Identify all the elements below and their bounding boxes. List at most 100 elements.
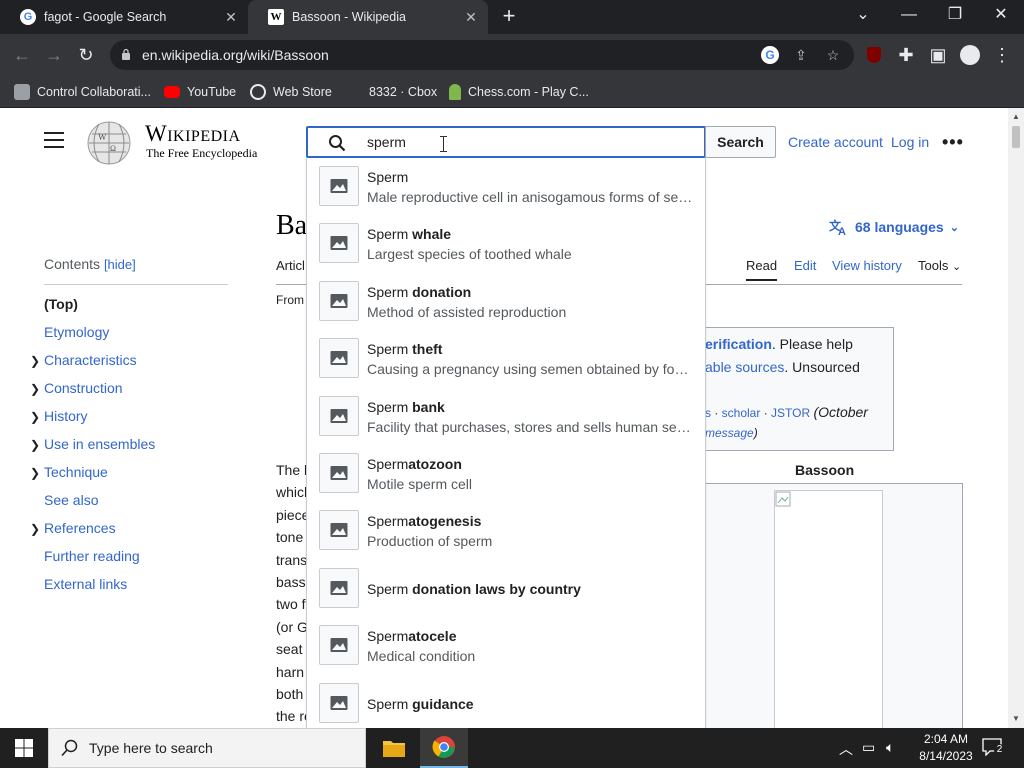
profile-avatar-icon[interactable] xyxy=(956,42,984,68)
jstor-link[interactable]: JSTOR xyxy=(771,406,810,420)
tab-view-history[interactable]: View history xyxy=(832,258,902,273)
side-panel-icon[interactable]: ▣ xyxy=(924,42,952,68)
bookmark-control-collaboration[interactable]: Control Collaborati... xyxy=(14,82,151,102)
scroll-up-arrow-icon[interactable]: ▲ xyxy=(1012,112,1020,121)
notification-center-button[interactable]: 2 xyxy=(982,738,1005,758)
image-icon xyxy=(330,351,348,366)
tab-wikipedia[interactable]: W Bassoon - Wikipedia ✕ xyxy=(248,0,488,34)
chevron-right-icon[interactable]: ❯ xyxy=(30,464,40,482)
search-suggestion[interactable]: Spermatocele Medical condition xyxy=(307,617,705,674)
infobox-image[interactable] xyxy=(774,490,883,728)
toc-item[interactable]: ❯ Use in ensembles xyxy=(30,435,228,463)
search-suggestion[interactable]: Sperm Male reproductive cell in anisogamo… xyxy=(307,158,705,215)
toc-item[interactable]: ❯ Characteristics xyxy=(30,351,228,379)
scroll-down-arrow-icon[interactable]: ▼ xyxy=(1012,714,1020,723)
toc-hide-link[interactable]: [hide] xyxy=(104,257,136,272)
ublock-extension-icon[interactable] xyxy=(860,42,888,68)
suggestion-title: Sperm xyxy=(367,169,408,185)
extension-puzzle-icon xyxy=(14,84,30,100)
share-icon[interactable]: ⇪ xyxy=(792,46,810,64)
tab-edit[interactable]: Edit xyxy=(794,258,816,273)
toc-item[interactable]: ❯ Construction xyxy=(30,379,228,407)
search-input[interactable]: sperm xyxy=(306,126,706,158)
address-bar[interactable]: en.wikipedia.org/wiki/Bassoon G ⇪ ☆ xyxy=(110,40,854,70)
toc-item[interactable]: (Top) xyxy=(44,295,228,323)
create-account-link[interactable]: Create account xyxy=(788,134,883,150)
bookmarks-bar: Control Collaborati... YouTube Web Store… xyxy=(0,76,1024,108)
back-button[interactable]: ← xyxy=(8,42,36,68)
restore-button[interactable]: ❐ xyxy=(932,0,978,34)
bookmark-youtube[interactable]: YouTube xyxy=(164,82,236,102)
scholar-link[interactable]: scholar xyxy=(722,406,761,420)
google-lens-icon[interactable]: G xyxy=(761,46,779,64)
chevron-right-icon[interactable]: ❯ xyxy=(30,352,40,370)
search-suggestion[interactable]: Sperm donation laws by country xyxy=(307,560,705,617)
extensions-puzzle-icon[interactable]: ✚ xyxy=(892,42,920,68)
toc-item[interactable]: Etymology xyxy=(44,323,228,351)
chevron-right-icon[interactable]: ❯ xyxy=(30,408,40,426)
reliable-sources-link[interactable]: able sources xyxy=(705,359,784,375)
bookmark-star-icon[interactable]: ☆ xyxy=(824,46,842,64)
start-button[interactable] xyxy=(0,728,48,768)
chrome-taskbar-button[interactable] xyxy=(420,728,468,768)
bookmark-cbox[interactable]: 8332 · Cbox xyxy=(346,82,437,102)
suggestion-description: Motile sperm cell xyxy=(367,476,473,492)
notice-line: erification. Please help xyxy=(705,336,853,352)
chevron-right-icon[interactable]: ❯ xyxy=(30,436,40,454)
chevron-right-icon[interactable]: ❯ xyxy=(30,380,40,398)
network-icon[interactable]: ▭ xyxy=(862,739,875,756)
taskbar-search-box[interactable]: Type here to search xyxy=(48,728,366,768)
toc-item-label: Construction xyxy=(44,380,123,396)
taskbar-clock[interactable]: 2:04 AM 8/14/2023 xyxy=(916,731,976,765)
tools-menu[interactable]: Tools ⌄ xyxy=(918,258,961,273)
search-suggestion[interactable]: Sperm donation Method of assisted reprodu… xyxy=(307,273,705,330)
search-button[interactable]: Search xyxy=(705,126,776,158)
file-explorer-taskbar-button[interactable] xyxy=(370,728,418,768)
suggestion-title-rest: atozoon xyxy=(408,456,462,472)
wikipedia-wordmark[interactable]: Wikipedia xyxy=(145,121,241,147)
close-icon[interactable]: ✕ xyxy=(220,9,242,26)
verification-link[interactable]: erification xyxy=(705,336,772,352)
toc-item[interactable]: ❯ History xyxy=(30,407,228,435)
suggestion-title-rest: donation xyxy=(408,283,472,300)
chevron-right-icon[interactable]: ❯ xyxy=(30,520,40,538)
google-icon: G xyxy=(20,9,36,25)
tab-google-search[interactable]: G fagot - Google Search ✕ xyxy=(0,0,248,34)
bookmark-chess-com[interactable]: Chess.com - Play C... xyxy=(449,82,589,102)
image-icon xyxy=(330,580,348,595)
search-suggestion[interactable]: Spermatogenesis Production of sperm xyxy=(307,502,705,559)
bookmark-label: Web Store xyxy=(273,85,332,99)
show-hidden-icons-chevron[interactable]: ︿ xyxy=(839,739,853,759)
toc-item[interactable]: External links xyxy=(44,575,228,603)
toc-item[interactable]: Further reading xyxy=(44,547,228,575)
search-suggestion[interactable]: Sperm guidance xyxy=(307,675,705,728)
close-window-button[interactable]: ✕ xyxy=(978,0,1024,34)
bookmark-web-store[interactable]: Web Store xyxy=(250,82,332,102)
search-suggestion[interactable]: Spermatozoon Motile sperm cell xyxy=(307,445,705,502)
tab-read[interactable]: Read xyxy=(746,258,778,281)
toc-item[interactable]: ❯ Technique xyxy=(30,463,228,491)
toc-item[interactable]: ❯ References xyxy=(30,519,228,547)
new-tab-button[interactable]: + xyxy=(497,5,521,29)
main-menu-icon[interactable] xyxy=(44,132,64,148)
search-suggestion[interactable]: Sperm theft Causing a pregnancy using sem… xyxy=(307,330,705,387)
tab-search-chevron-icon[interactable]: ⌄ xyxy=(840,0,886,34)
toc-item-label: External links xyxy=(44,576,128,592)
page-scrollbar[interactable]: ▲ ▼ xyxy=(1008,108,1024,728)
remove-message-link[interactable]: message xyxy=(705,426,754,440)
volume-icon[interactable]: 🔈︎ xyxy=(886,739,894,756)
wikipedia-globe-logo[interactable]: W Ω xyxy=(84,120,134,166)
toc-item[interactable]: See also xyxy=(44,491,228,519)
forward-button[interactable]: → xyxy=(40,42,68,68)
log-in-link[interactable]: Log in xyxy=(891,134,929,150)
more-options-icon[interactable]: ••• xyxy=(942,132,964,153)
languages-button[interactable]: 文A 68 languages ⌄ xyxy=(829,218,959,236)
search-suggestion[interactable]: Sperm whale Largest species of toothed wh… xyxy=(307,215,705,272)
search-suggestion[interactable]: Sperm bank Facility that purchases, store… xyxy=(307,388,705,445)
minimize-button[interactable]: — xyxy=(886,0,932,34)
close-icon[interactable]: ✕ xyxy=(460,9,482,26)
tab-article[interactable]: Articl xyxy=(276,258,305,273)
reload-button[interactable]: ↻ xyxy=(72,42,100,68)
scrollbar-thumb[interactable] xyxy=(1012,126,1020,148)
chrome-menu-icon[interactable]: ⋮ xyxy=(988,42,1016,68)
